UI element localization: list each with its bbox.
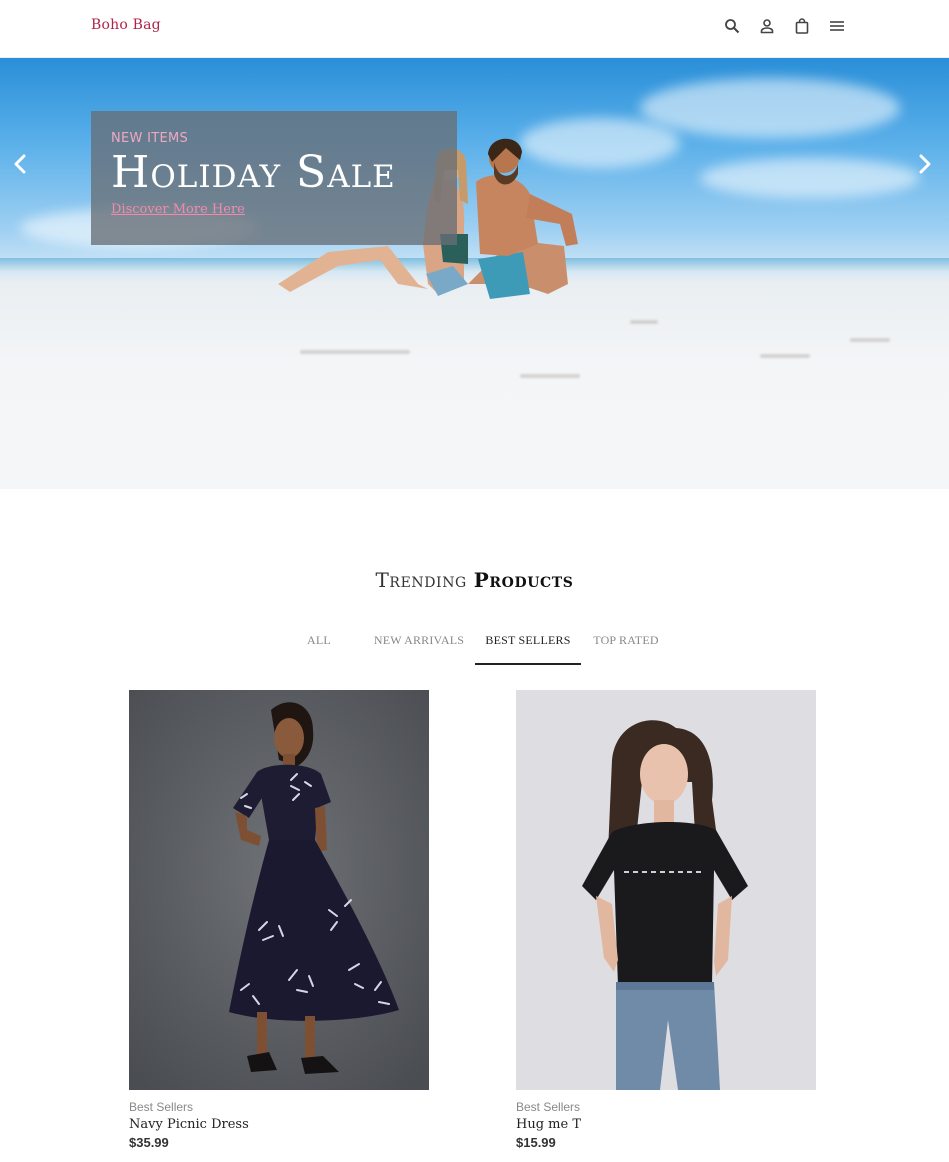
section-title-light: Trending bbox=[375, 568, 467, 592]
product-name[interactable]: Hug me T bbox=[516, 1117, 816, 1132]
site-header: Boho Bag bbox=[0, 0, 949, 58]
site-logo[interactable]: Boho Bag bbox=[91, 17, 161, 33]
tab-all[interactable]: ALL bbox=[298, 630, 340, 665]
hero-sand-mark bbox=[760, 354, 810, 358]
hero-sand-mark bbox=[520, 374, 580, 378]
menu-icon[interactable] bbox=[829, 18, 845, 34]
product-image[interactable] bbox=[129, 690, 429, 1090]
tab-new-arrivals[interactable]: NEW ARRIVALS bbox=[370, 630, 468, 665]
header-icons bbox=[724, 18, 845, 34]
tab-top-rated[interactable]: TOP RATED bbox=[590, 630, 662, 665]
product-card[interactable]: Best Sellers Hug me T $15.99 bbox=[516, 690, 816, 1150]
user-icon[interactable] bbox=[759, 18, 775, 34]
hero-cloud bbox=[640, 78, 900, 138]
product-image[interactable] bbox=[516, 690, 816, 1090]
hero-cloud bbox=[700, 158, 920, 198]
product-name[interactable]: Navy Picnic Dress bbox=[129, 1117, 429, 1132]
hero-eyebrow: NEW ITEMS bbox=[111, 131, 189, 146]
product-price: $15.99 bbox=[516, 1135, 556, 1150]
hero-banner: NEW ITEMS Holiday Sale Discover More Her… bbox=[0, 58, 949, 489]
hero-sand-mark bbox=[300, 350, 410, 354]
tab-best-sellers[interactable]: BEST SELLERS bbox=[475, 630, 581, 665]
search-icon[interactable] bbox=[724, 18, 740, 34]
product-category: Best Sellers bbox=[129, 1100, 194, 1114]
section-title-bold: Products bbox=[473, 568, 574, 592]
chevron-right-icon[interactable] bbox=[912, 152, 936, 176]
chevron-left-icon[interactable] bbox=[9, 152, 33, 176]
discover-more-link[interactable]: Discover More Here bbox=[111, 202, 245, 217]
product-category: Best Sellers bbox=[516, 1100, 581, 1114]
section-title: Trending Products bbox=[0, 568, 949, 592]
shopping-bag-icon[interactable] bbox=[794, 18, 810, 34]
product-price: $35.99 bbox=[129, 1135, 169, 1150]
hero-sand-mark bbox=[850, 338, 890, 342]
hero-title: Holiday Sale bbox=[111, 147, 396, 198]
hero-sand-mark bbox=[630, 320, 658, 324]
product-filter-tabs: ALL NEW ARRIVALS BEST SELLERS TOP RATED bbox=[0, 630, 949, 665]
product-card[interactable]: Best Sellers Navy Picnic Dress $35.99 bbox=[129, 690, 429, 1150]
hero-caption-card: NEW ITEMS Holiday Sale Discover More Her… bbox=[91, 111, 457, 245]
